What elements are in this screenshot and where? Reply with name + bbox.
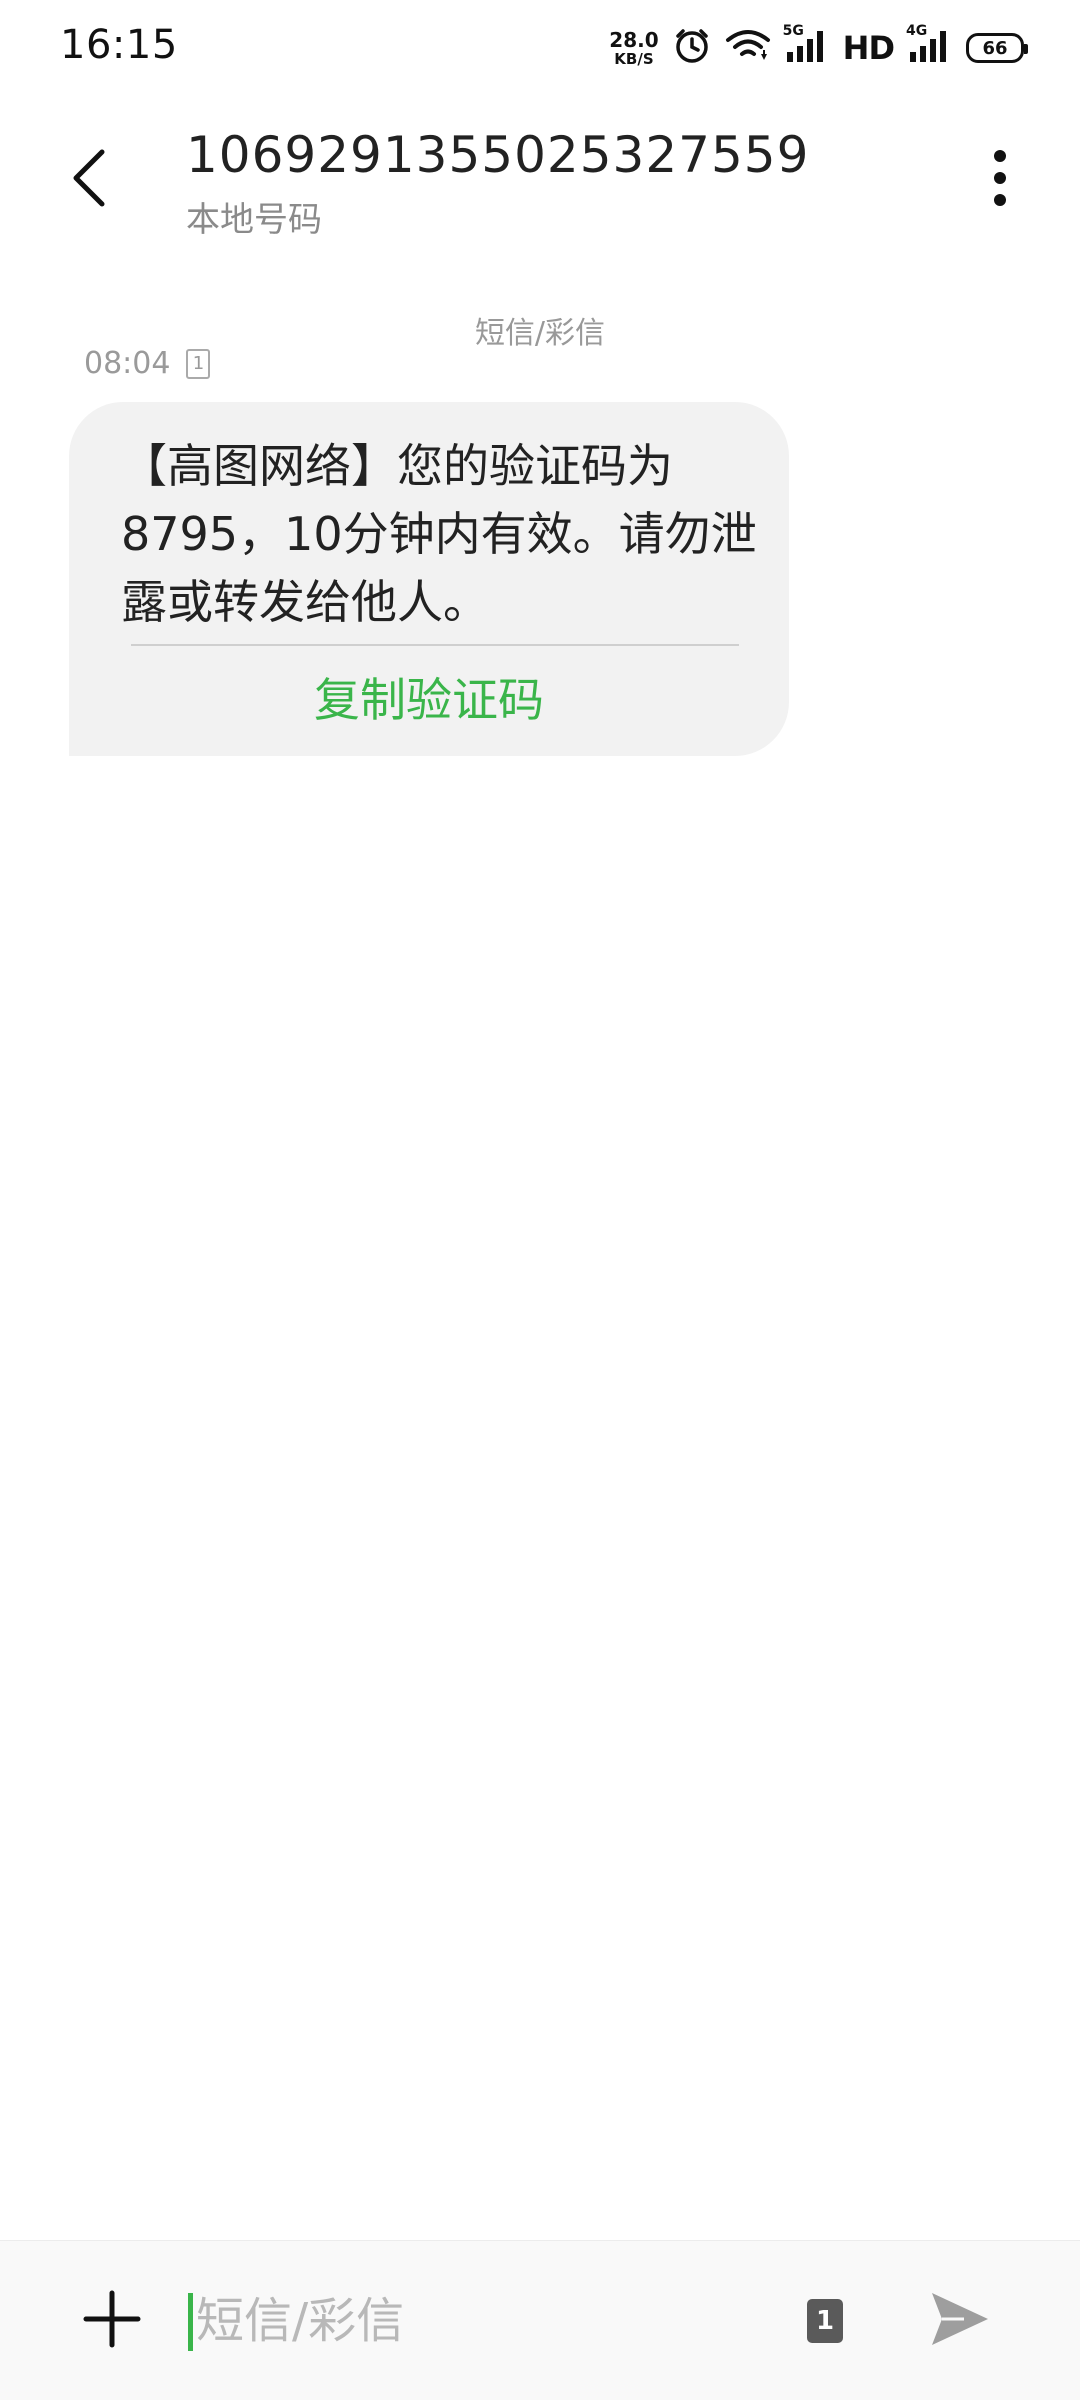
sim-card-icon: 1	[807, 2299, 843, 2343]
contact-number: 1069291355025327559	[186, 126, 810, 184]
message-time: 08:04	[84, 346, 171, 381]
back-arrow-icon	[68, 146, 112, 214]
battery-level: 66	[982, 37, 1008, 59]
network-speed-value: 28.0	[609, 27, 659, 52]
signal-5g-icon: 5G	[783, 24, 829, 68]
send-icon	[930, 2291, 990, 2351]
composer-bar: 1	[0, 2240, 1080, 2400]
network-speed-unit: KB/S	[614, 49, 654, 68]
message-text: 【高图网络】您的验证码为8795，10分钟内有效。请勿泄露或转发给他人。	[121, 439, 757, 629]
add-attachment-button[interactable]	[72, 2281, 152, 2361]
message-bubble[interactable]: 【高图网络】您的验证码为8795，10分钟内有效。请勿泄露或转发给他人。 复制验…	[69, 402, 789, 756]
message-input-wrap	[188, 2281, 768, 2361]
alarm-icon	[673, 27, 711, 69]
bubble-divider	[131, 644, 739, 646]
status-bar: 16:15 28.0 KB/S 5G HD 4G 66	[0, 0, 1080, 96]
back-button[interactable]	[50, 140, 130, 220]
sim-slot-number: 1	[192, 353, 205, 374]
hd-label: HD	[842, 29, 895, 67]
text-caret	[188, 2293, 193, 2351]
sim-select-button[interactable]: 1	[800, 2281, 850, 2361]
plus-icon	[82, 2289, 142, 2353]
contact-subtitle: 本地号码	[186, 200, 322, 240]
sim-card-icon: 1	[186, 348, 211, 379]
more-options-button[interactable]	[960, 140, 1040, 220]
wifi-icon	[725, 28, 771, 68]
status-time: 16:15	[60, 22, 178, 68]
message-meta: 08:04 1	[84, 346, 211, 381]
message-input[interactable]	[196, 2281, 756, 2361]
send-button[interactable]	[918, 2281, 1002, 2361]
network-speed: 28.0 KB/S	[609, 30, 658, 67]
signal-4g-label: 4G	[906, 23, 928, 39]
more-vertical-icon	[992, 148, 1008, 212]
signal-5g-label: 5G	[782, 23, 804, 39]
signal-4g-icon: 4G	[906, 24, 952, 68]
battery-icon: 66	[966, 33, 1028, 63]
copy-code-button[interactable]: 复制验证码	[69, 660, 789, 740]
composer-sim-slot: 1	[815, 2306, 835, 2336]
status-icons: 28.0 KB/S 5G HD 4G 66	[609, 24, 1028, 70]
